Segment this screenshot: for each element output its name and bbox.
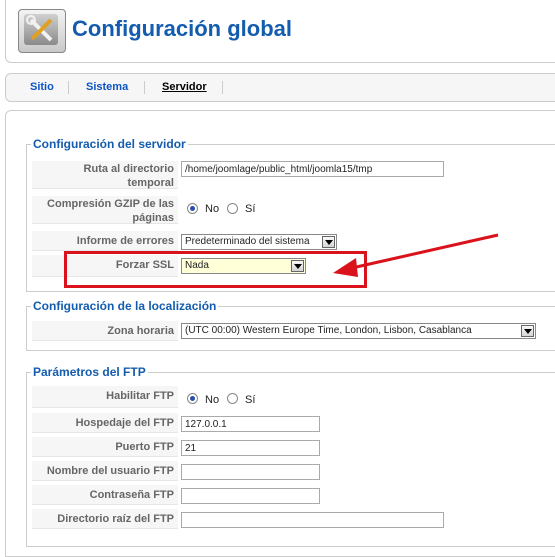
- tab-bar: Sitio Sistema Servidor: [5, 73, 555, 102]
- ftp-enable-no-radio[interactable]: [187, 393, 198, 404]
- ftp-enable-no-label: No: [205, 394, 220, 406]
- ftp-enable-yes-radio[interactable]: [227, 393, 238, 404]
- error-report-label: Informe de errores: [32, 231, 178, 251]
- ftp-user-input[interactable]: [181, 464, 320, 480]
- ftp-host-label: Hospedaje del FTP: [32, 413, 178, 433]
- gzip-no-label: No: [205, 203, 220, 215]
- ftp-root-input[interactable]: [181, 512, 444, 528]
- ftp-port-input[interactable]: 21: [181, 440, 320, 456]
- tab-sitio[interactable]: Sitio: [30, 81, 54, 93]
- gzip-yes-radio[interactable]: [227, 203, 238, 214]
- ftp-port-label: Puerto FTP: [32, 437, 178, 457]
- gzip-yes-label: Sí: [245, 203, 256, 215]
- ftp-password-label: Contraseña FTP: [32, 485, 178, 505]
- tab-separator: [68, 81, 69, 94]
- tools-icon: [18, 9, 66, 53]
- ftp-host-input[interactable]: 127.0.0.1: [181, 416, 320, 432]
- temp-path-label: Ruta al directorio temporal: [32, 161, 178, 189]
- gzip-label: Compresión GZIP de las páginas: [32, 196, 178, 224]
- ftp-enable-label: Habilitar FTP: [32, 386, 178, 408]
- gzip-no-radio[interactable]: [187, 203, 198, 214]
- tab-separator: [144, 81, 145, 94]
- temp-path-input[interactable]: /home/joomlage/public_html/joomla15/tmp: [181, 161, 444, 177]
- error-report-select[interactable]: Predeterminado del sistema: [181, 234, 337, 250]
- timezone-value: (UTC 00:00) Western Europe Time, London,…: [185, 325, 472, 336]
- server-legend: Configuración del servidor: [33, 137, 186, 151]
- timezone-select[interactable]: (UTC 00:00) Western Europe Time, London,…: [181, 323, 536, 339]
- ftp-password-input[interactable]: [181, 488, 320, 504]
- error-report-value: Predeterminado del sistema: [185, 236, 310, 247]
- tab-sistema[interactable]: Sistema: [86, 81, 128, 93]
- timezone-label: Zona horaria: [32, 321, 178, 341]
- tab-separator: [222, 81, 223, 94]
- ftp-legend: Parámetros del FTP: [33, 365, 146, 379]
- page-header: Configuración global: [5, 0, 555, 63]
- locale-legend: Configuración de la localización: [33, 299, 217, 313]
- chevron-down-icon[interactable]: [521, 325, 534, 337]
- ftp-root-label: Directorio raíz del FTP: [32, 509, 178, 529]
- annotation-arrow-icon: [333, 233, 499, 277]
- tab-servidor[interactable]: Servidor: [162, 81, 207, 93]
- ftp-enable-yes-label: Sí: [245, 394, 256, 406]
- page-title: Configuración global: [72, 16, 292, 41]
- ftp-user-label: Nombre del usuario FTP: [32, 461, 178, 481]
